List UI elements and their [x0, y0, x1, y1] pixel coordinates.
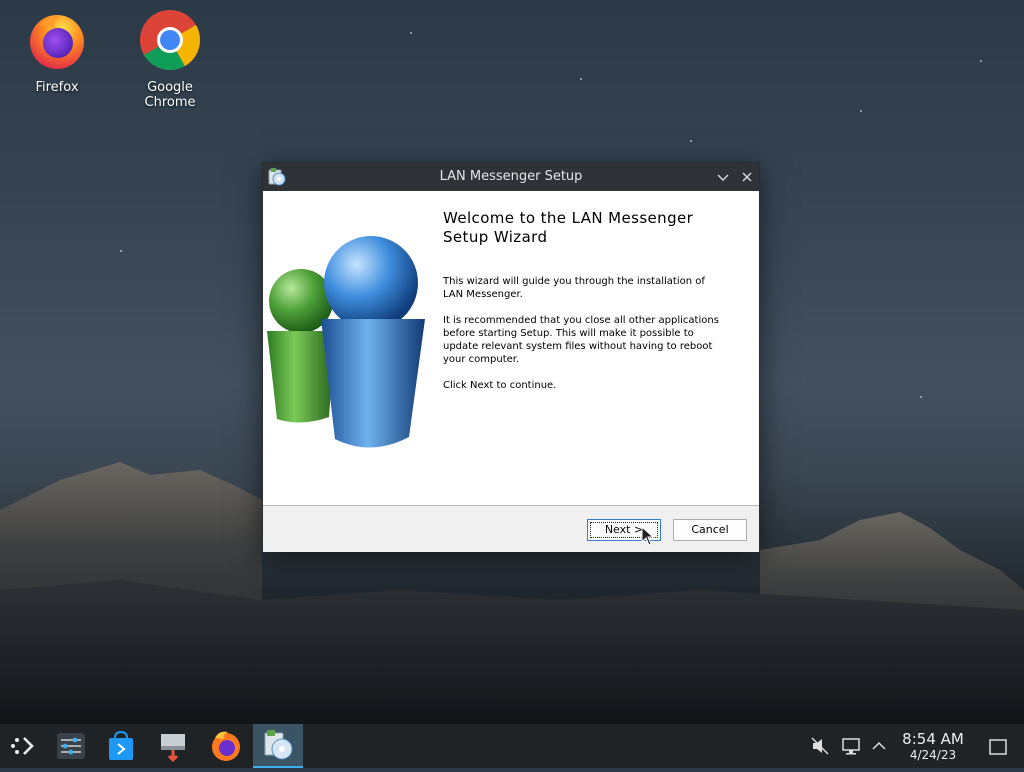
desktop-icon-label: Google Chrome — [144, 80, 196, 110]
volume-muted-icon[interactable] — [810, 736, 830, 756]
lan-messenger-setup-taskbar-button[interactable] — [253, 724, 303, 768]
intro-paragraph: This wizard will guide you through the i… — [443, 276, 705, 300]
close-button[interactable] — [737, 167, 757, 187]
firefox-taskbar-button[interactable] — [201, 724, 251, 768]
cancel-button[interactable]: Cancel — [673, 519, 747, 541]
star — [920, 396, 922, 398]
desktop-icon-label: Firefox — [35, 80, 79, 95]
setup-wizard-window: LAN Messenger Setup Welcome to the LAN M… — [262, 162, 760, 552]
app-launcher-button[interactable] — [0, 724, 50, 768]
continue-instruction: Click Next to continue. — [443, 380, 557, 391]
discover-store-button[interactable] — [96, 724, 146, 768]
system-settings-button[interactable] — [46, 724, 96, 768]
close-icon — [742, 172, 752, 182]
network-icon[interactable] — [841, 736, 861, 756]
star — [410, 32, 412, 34]
desktop-icon-chrome[interactable]: Google Chrome — [120, 8, 220, 110]
discover-store-icon — [109, 730, 133, 760]
chrome-icon — [140, 10, 201, 71]
installer-tool-button[interactable] — [148, 724, 198, 768]
clock-date: 4/24/23 — [909, 748, 957, 762]
star — [120, 250, 122, 252]
wizard-footer: Next > Cancel — [263, 505, 759, 552]
system-settings-icon — [57, 733, 85, 759]
chevron-up-icon[interactable] — [869, 736, 889, 756]
app-launcher-icon — [11, 737, 34, 755]
chevron-down-icon — [717, 174, 729, 181]
mouse-cursor-icon — [641, 526, 655, 546]
lan-messenger-setup-icon — [264, 730, 293, 760]
window-titlebar[interactable]: LAN Messenger Setup — [263, 163, 759, 191]
installer-tool-icon — [161, 734, 185, 763]
wizard-content: Welcome to the LAN Messenger Setup Wizar… — [263, 191, 759, 505]
desktop-icon-firefox[interactable]: Firefox — [7, 8, 107, 95]
star — [690, 140, 692, 142]
firefox-icon — [212, 731, 240, 761]
star — [580, 78, 582, 80]
cancel-button-label: Cancel — [691, 523, 729, 536]
show-desktop-icon[interactable] — [988, 737, 1008, 757]
taskbar: 8:54 AM 4/24/23 — [0, 724, 1024, 768]
window-title: LAN Messenger Setup — [439, 169, 583, 184]
recommendation-paragraph: It is recommended that you close all oth… — [443, 315, 719, 365]
star — [980, 60, 982, 62]
star — [860, 110, 862, 112]
clock[interactable]: 8:54 AM 4/24/23 — [896, 730, 970, 763]
firefox-icon — [30, 15, 84, 69]
minimize-button[interactable] — [713, 167, 733, 187]
wizard-heading: Welcome to the LAN Messenger Setup Wizar… — [443, 209, 694, 246]
clock-time: 8:54 AM — [902, 730, 964, 748]
welcome-text: Welcome to the LAN Messenger Setup Wizar… — [443, 209, 743, 405]
lan-messenger-illustration — [267, 236, 425, 448]
